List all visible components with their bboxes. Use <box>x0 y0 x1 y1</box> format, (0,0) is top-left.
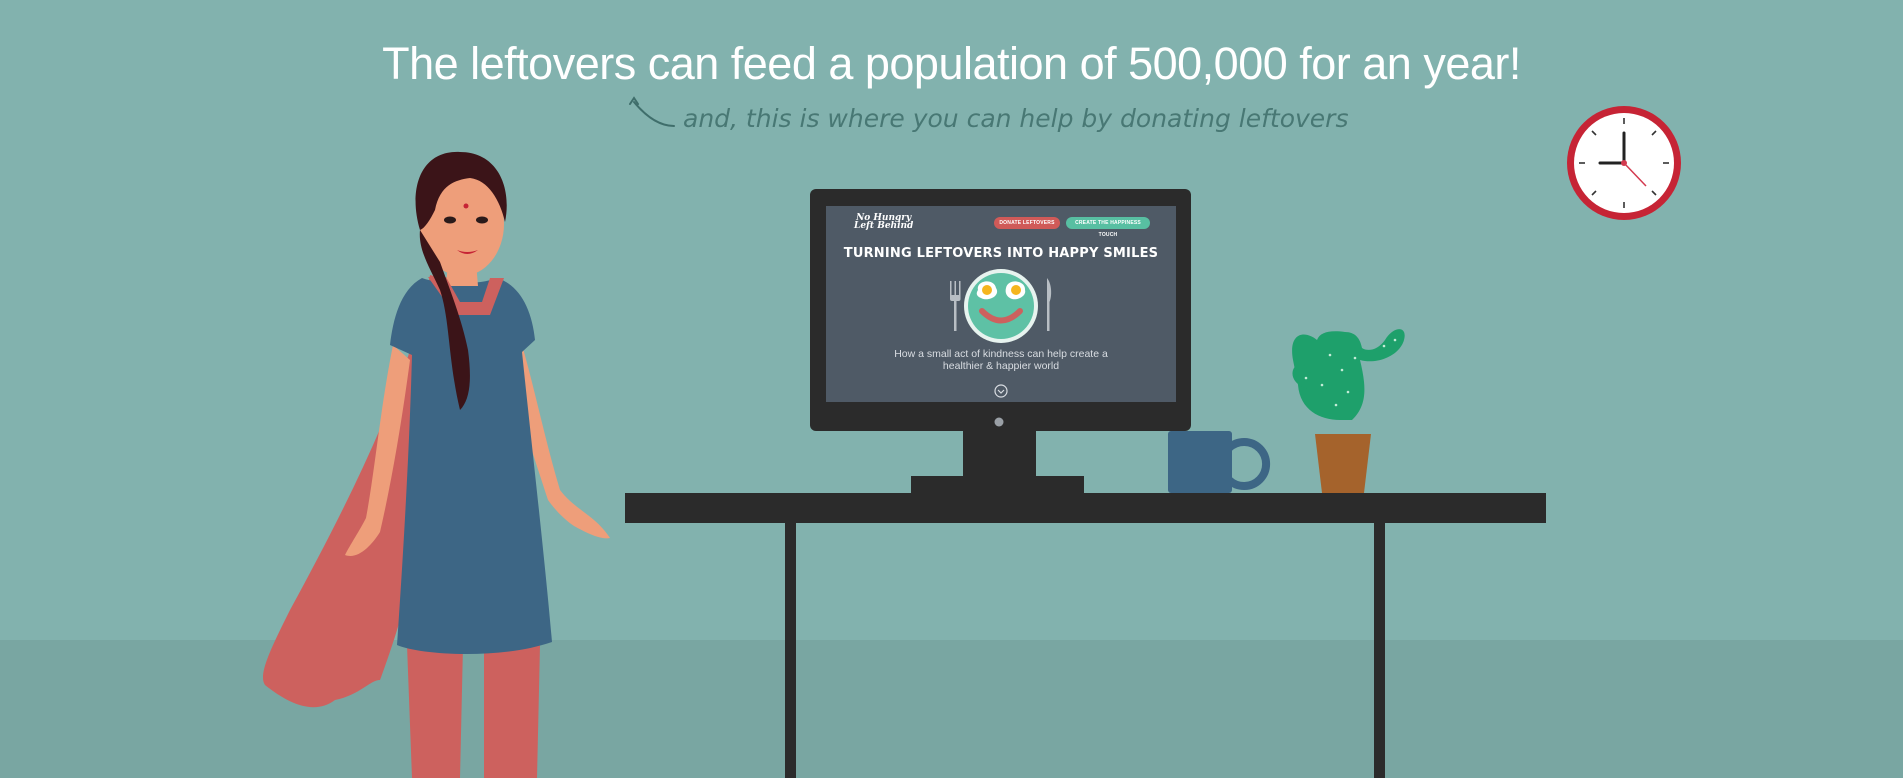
woman-illustration <box>262 151 610 778</box>
mug <box>1168 431 1271 493</box>
screen-hero-description: How a small act of kindness can help cre… <box>894 348 1108 372</box>
cactus-plant <box>1292 329 1405 493</box>
scroll-down-icon[interactable] <box>993 383 1009 399</box>
monitor-screen: No Hungry Left Behind DONATE LEFTOVERS C… <box>826 206 1176 402</box>
desk <box>625 493 1546 778</box>
wall-clock <box>1567 106 1681 220</box>
smiley-plate-icon <box>950 269 1052 343</box>
